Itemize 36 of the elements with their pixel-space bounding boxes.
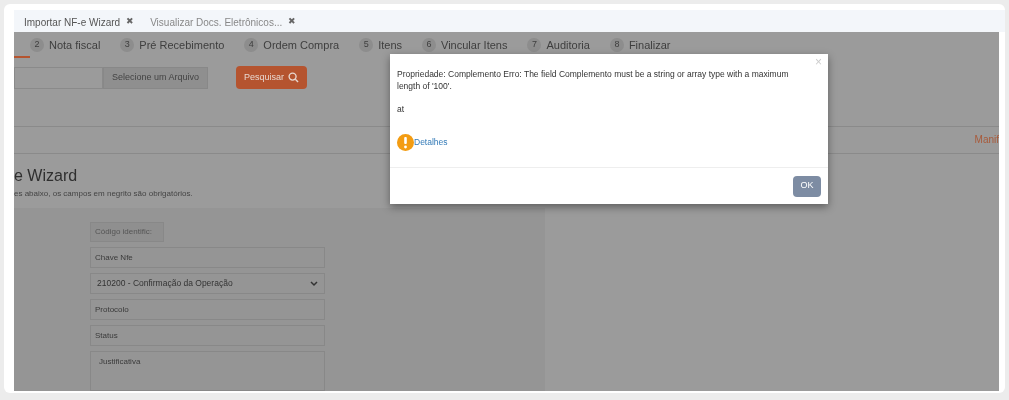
text-field[interactable]: Status xyxy=(90,325,325,346)
text-field[interactable]: Protocolo xyxy=(90,299,325,320)
step-number: 3 xyxy=(120,38,135,53)
error-message: Propriedade: Complemento Erro: The field Complemento must be a string or array type with a maximum length of '100'. xyxy=(397,68,790,92)
page-subtitle: es abaixo, os campos em negrito são obrigatórios. xyxy=(14,188,193,200)
wizard-step[interactable]: 4 Ordem Compra xyxy=(244,37,340,54)
tab[interactable]: Importar NF-e Wizard ✖ xyxy=(24,12,135,32)
text-field[interactable]: Chave Nfe xyxy=(90,247,325,268)
error-trace: at xyxy=(397,103,406,116)
page-heading: e Wizard xyxy=(14,166,78,186)
step-number: 5 xyxy=(359,38,374,53)
wizard-step[interactable]: 6 Vincular Itens xyxy=(422,37,508,54)
step-number: 4 xyxy=(244,38,259,53)
step-number: 6 xyxy=(422,38,436,53)
wizard-step[interactable]: 8 Finalizar xyxy=(609,37,671,54)
exclamation-icon xyxy=(397,133,414,151)
search-button[interactable]: Pesquisar xyxy=(236,66,308,90)
wizard-step[interactable]: 7 Auditoria xyxy=(527,37,590,54)
ok-button[interactable]: OK xyxy=(793,175,821,197)
wizard-step[interactable]: 5 Itens xyxy=(359,37,402,54)
close-icon[interactable]: ✖ xyxy=(126,15,135,29)
close-icon[interactable]: ✖ xyxy=(288,15,297,29)
active-step-underline xyxy=(14,56,30,59)
step-number: 7 xyxy=(527,38,542,53)
operation-select[interactable]: 210200 - Confirmação da Operação xyxy=(90,273,325,294)
details-link[interactable]: Detalhes xyxy=(414,135,448,149)
search-icon xyxy=(288,72,300,84)
step-number: 8 xyxy=(609,38,624,53)
step-number: 2 xyxy=(30,38,44,53)
wizard-step[interactable]: 2 Nota fiscal xyxy=(30,37,101,54)
justification-field[interactable]: Justificativa xyxy=(90,351,325,391)
chevron-down-icon xyxy=(310,280,318,287)
wizard-step[interactable]: 3 Pré Recebimento xyxy=(120,37,225,54)
file-field[interactable] xyxy=(14,66,103,89)
file-button[interactable]: Selecione um Arquivo xyxy=(103,66,209,89)
tab[interactable]: Visualizar Docs. Eletrônicos... ✖ xyxy=(150,12,297,32)
